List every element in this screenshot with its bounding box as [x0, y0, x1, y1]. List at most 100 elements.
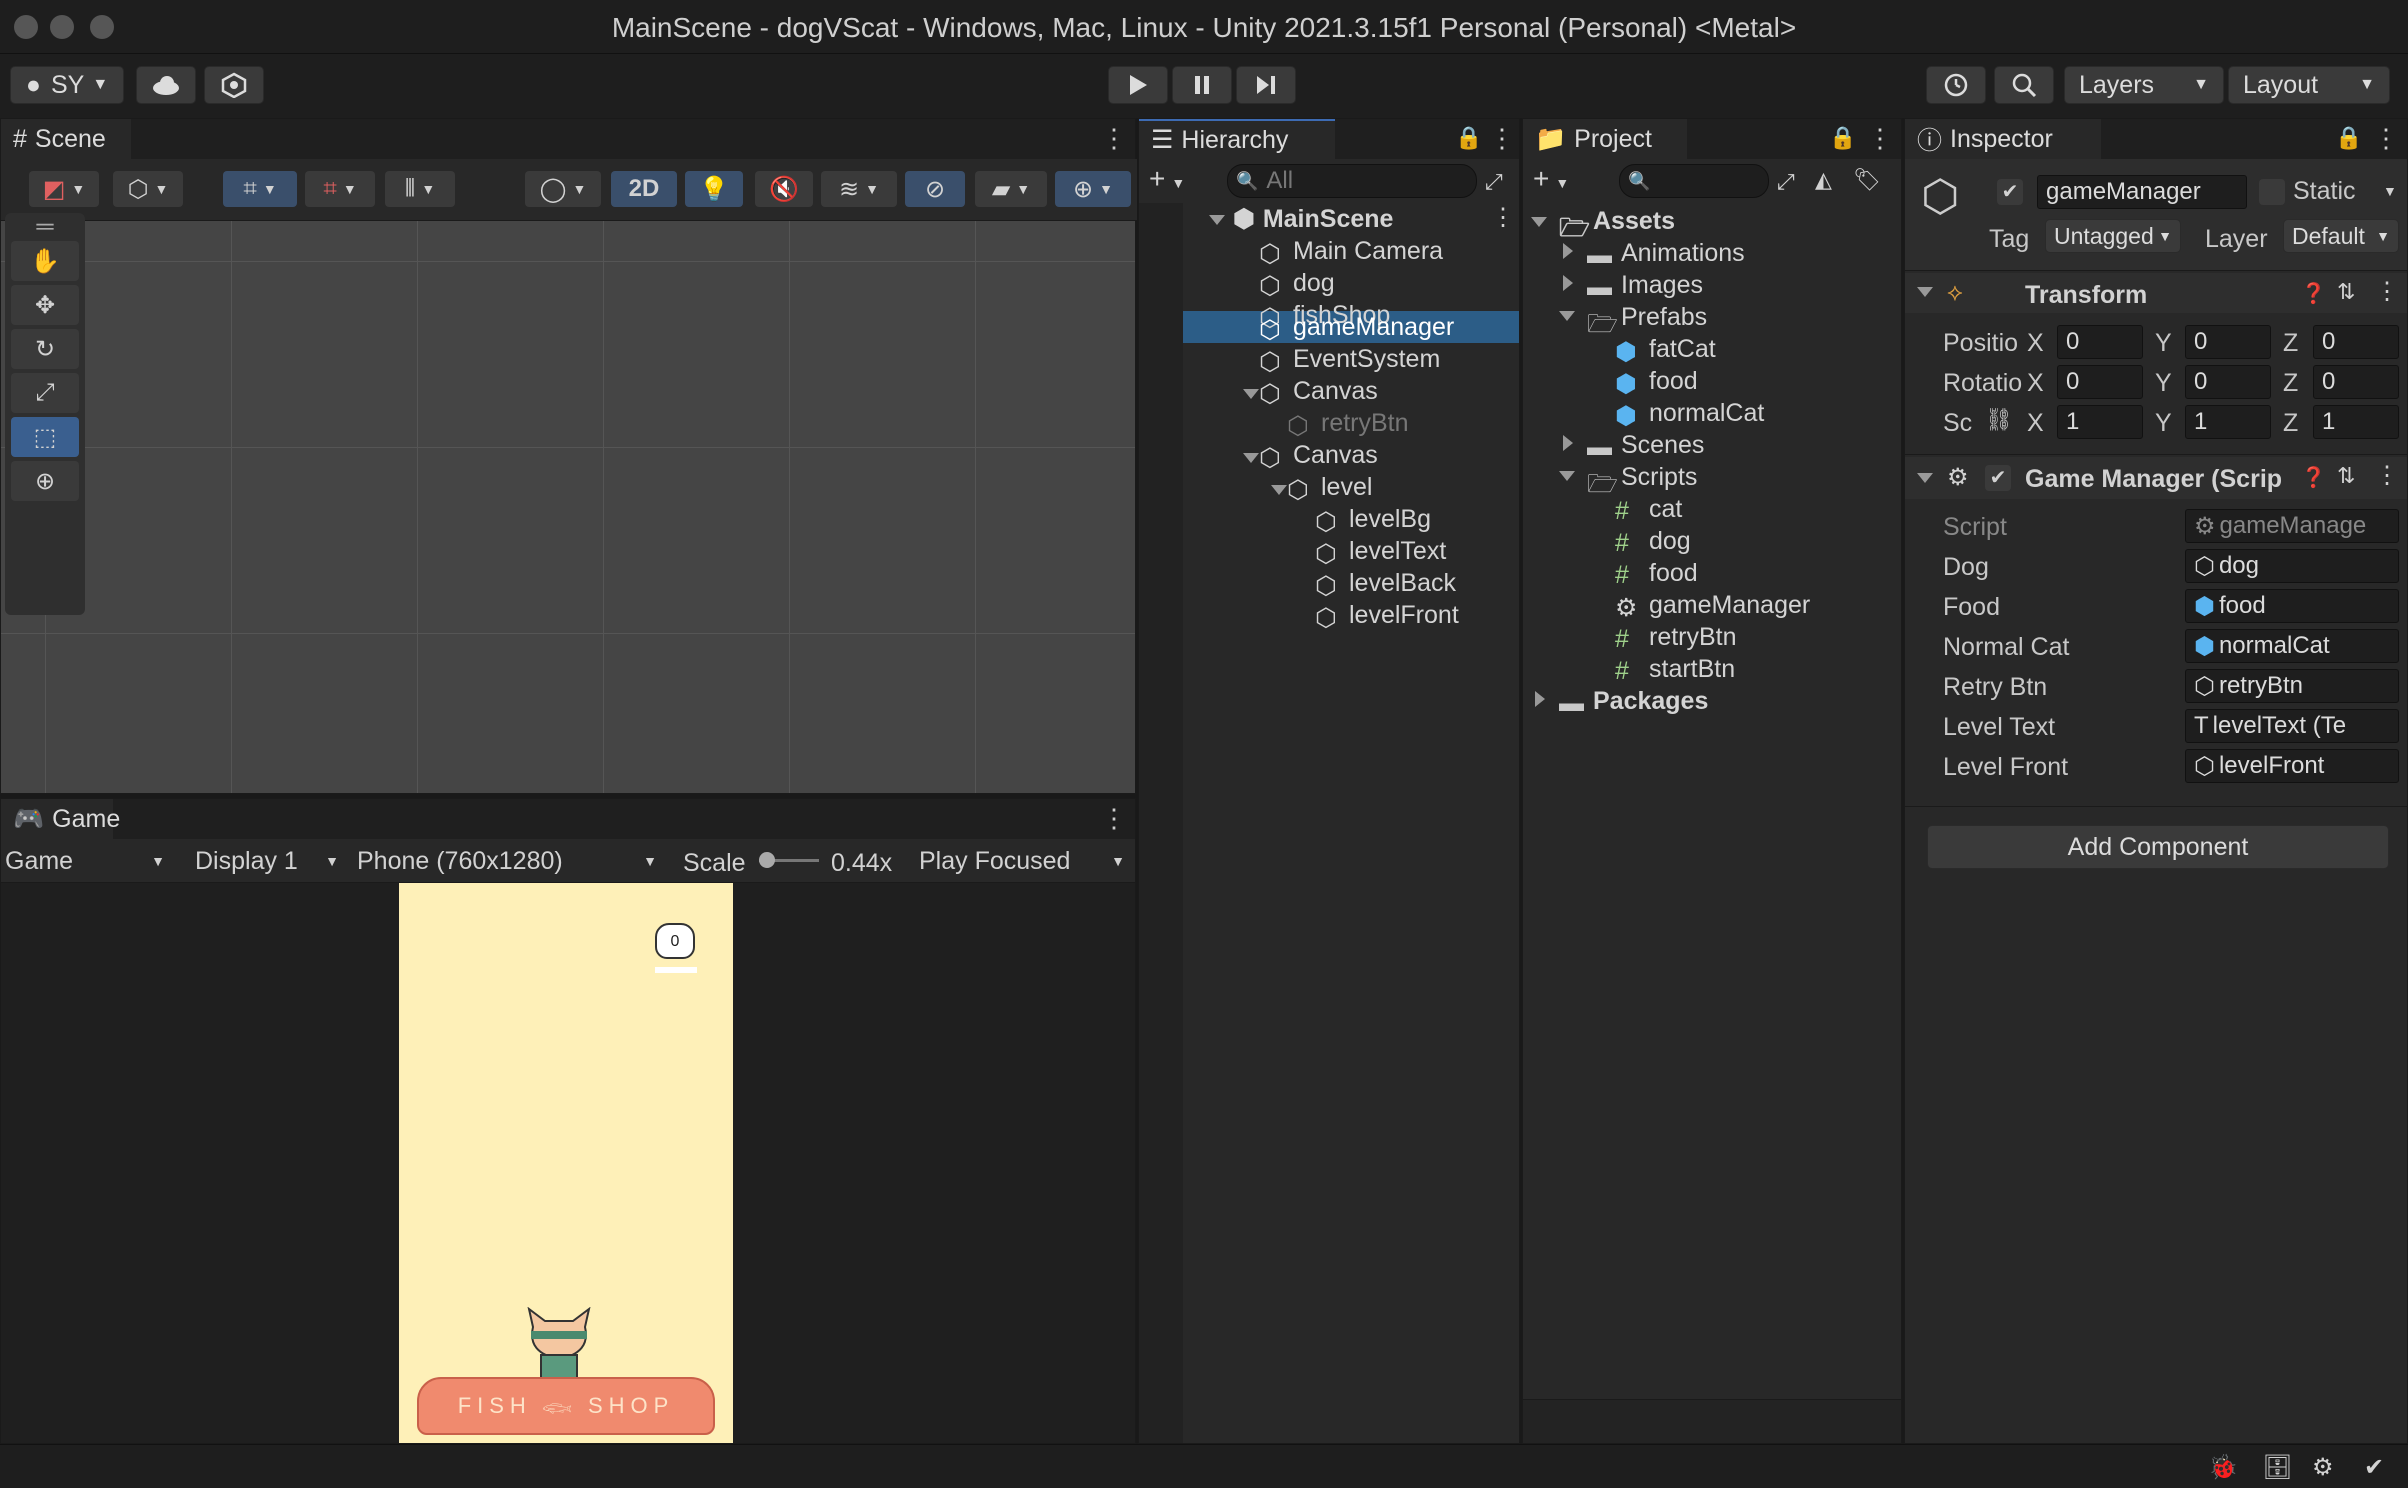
shading-mode-dropdown[interactable]: ◯ ▼ — [525, 171, 601, 207]
project-item-scenes[interactable]: ▬ Scenes — [1587, 429, 1704, 462]
collapse-arrow-icon[interactable] — [1563, 275, 1573, 291]
project-item-images[interactable]: ▬ Images — [1587, 269, 1703, 302]
position-x-input[interactable]: 0 — [2057, 325, 2143, 359]
scene-viewport[interactable] — [1, 221, 1135, 793]
expand-arrow-icon[interactable] — [1271, 485, 1287, 495]
preset-icon[interactable]: ⇅ — [2337, 279, 2355, 305]
hierarchy-item-gamemanager[interactable]: ⬡ gameManager — [1259, 311, 1454, 345]
gameobject-icon[interactable]: ⬡ — [1921, 171, 1959, 222]
bug-icon[interactable]: 🐞 — [2208, 1453, 2238, 1482]
history-button[interactable] — [1926, 66, 1986, 104]
hierarchy-item-canvas-2[interactable]: ⬡ Canvas — [1259, 439, 1378, 473]
gizmos-dropdown[interactable]: ⊕ ▼ — [1055, 171, 1131, 207]
auto-generate-lighting-icon[interactable]: ⚙ — [2312, 1453, 2334, 1482]
expand-arrow-icon[interactable] — [1559, 311, 1575, 321]
project-item-retrybtn-script[interactable]: # retryBtn — [1615, 621, 1737, 654]
hierarchy-item-level[interactable]: ⬡ level — [1287, 471, 1372, 505]
component-enabled-checkbox[interactable]: ✔ — [1985, 465, 2011, 491]
grid-snap-dropdown[interactable]: ⌗ ▼ — [223, 171, 297, 207]
collapse-arrow-icon[interactable] — [1563, 435, 1573, 451]
hierarchy-search-input[interactable]: 🔍 All — [1227, 164, 1477, 198]
chevron-down-icon[interactable]: ▼ — [2383, 183, 2397, 199]
hierarchy-item-levelback[interactable]: ⬡ levelBack — [1315, 567, 1456, 601]
project-item-normalcat[interactable]: ⬢ normalCat — [1615, 397, 1764, 431]
field-level-text-reference[interactable]: TlevelText (Te — [2185, 709, 2399, 743]
field-level-front-reference[interactable]: ⬡ levelFront — [2185, 749, 2399, 783]
hand-tool[interactable]: ✋ — [11, 241, 79, 281]
label-filter-icon[interactable]: 🏷 — [1853, 167, 1881, 193]
hierarchy-item-canvas[interactable]: ⬡ Canvas — [1259, 375, 1378, 409]
hierarchy-item-main-camera[interactable]: ⬡ Main Camera — [1259, 235, 1443, 269]
hierarchy-item-levelfront[interactable]: ⬡ levelFront — [1315, 599, 1459, 633]
scale-y-input[interactable]: 1 — [2185, 405, 2271, 439]
project-item-gamemanager-script[interactable]: ⚙ gameManager — [1615, 589, 1810, 623]
lock-icon[interactable]: 🔒 — [1829, 125, 1856, 151]
tab-scene[interactable]: # Scene — [1, 119, 131, 159]
rotation-y-input[interactable]: 0 — [2185, 365, 2271, 399]
game-viewport[interactable]: 0 FISH 𓆟 SHOP — [1, 883, 1135, 1443]
hierarchy-item-eventsystem[interactable]: ⬡ EventSystem — [1259, 343, 1440, 377]
hierarchy-item-retrybtn[interactable]: ⬡ retryBtn — [1287, 407, 1409, 441]
step-button[interactable] — [1236, 66, 1296, 104]
layer-dropdown[interactable]: Default ▼ — [2283, 219, 2399, 253]
create-dropdown[interactable]: + ▼ — [1533, 163, 1569, 195]
hierarchy-item-dog[interactable]: ⬡ dog — [1259, 267, 1335, 301]
rotation-z-input[interactable]: 0 — [2313, 365, 2399, 399]
hierarchy-item-levelbg[interactable]: ⬡ levelBg — [1315, 503, 1431, 537]
expand-arrow-icon[interactable] — [1209, 215, 1225, 225]
play-mode-dropdown[interactable]: Play Focused ▼ — [919, 843, 1131, 879]
project-item-scripts[interactable]: 🗁 Scripts — [1587, 461, 1697, 499]
resolution-dropdown[interactable]: Phone (760x1280) ▼ — [357, 843, 663, 879]
tab-hierarchy[interactable]: ☰ Hierarchy — [1139, 119, 1335, 159]
project-item-startbtn-script[interactable]: # startBtn — [1615, 653, 1735, 686]
lighting-toggle[interactable]: 💡 — [685, 171, 743, 207]
project-item-prefabs[interactable]: 🗁 Prefabs — [1587, 301, 1707, 339]
rect-tool[interactable]: ⬚ — [11, 417, 79, 457]
scale-z-input[interactable]: 1 — [2313, 405, 2399, 439]
layout-dropdown[interactable]: Layout ▼ — [2228, 66, 2390, 104]
transform-header[interactable]: ⟡ Transform ❓ ⇅ ⋮ — [1905, 273, 2407, 313]
hierarchy-item-leveltext[interactable]: ⬡ levelText — [1315, 535, 1446, 569]
hierarchy-item-mainscene[interactable]: ⬢ MainScene — [1233, 203, 1393, 235]
tab-inspector[interactable]: ⓘ Inspector — [1905, 119, 2101, 159]
pause-button[interactable] — [1172, 66, 1232, 104]
more-menu-icon[interactable]: ⋮ — [2375, 277, 2399, 306]
display-dropdown[interactable]: Display 1 ▼ — [195, 843, 345, 879]
field-dog-reference[interactable]: ⬡ dog — [2185, 549, 2399, 583]
object-name-input[interactable]: gameManager — [2037, 175, 2247, 209]
field-food-reference[interactable]: ⬢ food — [2185, 589, 2399, 623]
layers-dropdown[interactable]: Layers ▼ — [2064, 66, 2224, 104]
expand-arrow-icon[interactable] — [1243, 389, 1259, 399]
filter-type-icon[interactable]: ◭ — [1815, 167, 1832, 193]
scale-slider-handle[interactable] — [759, 852, 775, 868]
rotation-x-input[interactable]: 0 — [2057, 365, 2143, 399]
project-item-animations[interactable]: ▬ Animations — [1587, 237, 1745, 270]
more-menu-icon[interactable]: ⋮ — [1101, 123, 1127, 154]
help-icon[interactable]: ❓ — [2301, 465, 2326, 490]
more-menu-icon[interactable]: ⋮ — [1491, 203, 1515, 232]
expand-arrow-icon[interactable] — [1531, 217, 1547, 227]
camera-dropdown[interactable]: ▰ ▼ — [975, 171, 1047, 207]
more-menu-icon[interactable]: ⋮ — [2375, 461, 2399, 490]
add-component-button[interactable]: Add Component — [1927, 825, 2389, 869]
tab-game[interactable]: 🎮 Game — [1, 799, 120, 839]
collapse-arrow-icon[interactable] — [1535, 691, 1545, 707]
project-search-input[interactable]: 🔍 — [1619, 164, 1769, 198]
effects-dropdown[interactable]: ≋ ▼ — [821, 171, 897, 207]
help-icon[interactable]: ❓ — [2301, 281, 2326, 306]
lock-icon[interactable]: 🔒 — [2335, 125, 2362, 151]
tag-dropdown[interactable]: Untagged ▼ — [2045, 219, 2181, 253]
project-item-dog-script[interactable]: # dog — [1615, 525, 1691, 558]
position-z-input[interactable]: 0 — [2313, 325, 2399, 359]
more-menu-icon[interactable]: ⋮ — [2373, 123, 2399, 154]
ruler-dropdown[interactable]: ⦀ ▼ — [385, 171, 455, 207]
cache-server-icon[interactable]: 🗄 — [2262, 1453, 2292, 1482]
expand-arrow-icon[interactable] — [1243, 453, 1259, 463]
game-manager-header[interactable]: ⚙ ✔ Game Manager (Scrip ❓ ⇅ ⋮ — [1905, 457, 2407, 499]
constrain-proportions-icon[interactable]: ⛓ — [1985, 407, 2013, 433]
create-dropdown[interactable]: + ▼ — [1149, 163, 1185, 195]
lock-icon[interactable]: 🔒 — [1455, 125, 1482, 151]
preset-icon[interactable]: ⇅ — [2337, 463, 2355, 489]
transform-tool[interactable]: ⊕ — [11, 461, 79, 501]
move-tool[interactable]: ✥ — [11, 285, 79, 325]
